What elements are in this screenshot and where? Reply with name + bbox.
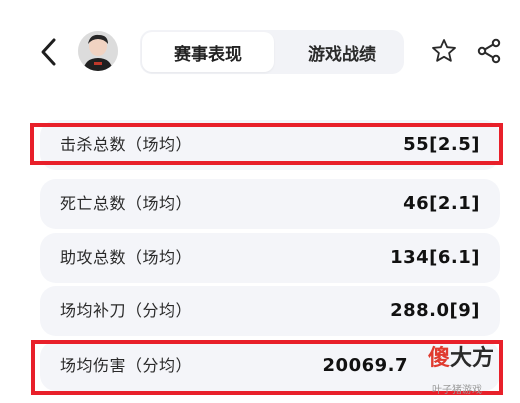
tab-group: 赛事表现 游戏战绩 — [140, 30, 404, 74]
player-avatar[interactable] — [78, 31, 118, 71]
stat-label: 击杀总数（场均） — [60, 135, 193, 154]
stat-label: 助攻总数（场均） — [60, 248, 193, 267]
stat-row-last-hits: 场均补刀（分均） 288.0[9] — [40, 286, 500, 336]
stat-value: 46[2.1] — [403, 193, 480, 214]
tab-match-performance[interactable]: 赛事表现 — [142, 32, 274, 72]
stat-row-deaths: 死亡总数（场均） 46[2.1] — [40, 179, 500, 229]
top-bar: 赛事表现 游戏战绩 — [0, 0, 520, 100]
tab-game-record[interactable]: 游戏战绩 — [276, 32, 408, 72]
watermark-text: 大方 — [450, 346, 495, 371]
stat-label: 死亡总数（场均） — [60, 194, 193, 213]
stat-row-kills: 击杀总数（场均） 55[2.5] — [40, 120, 500, 170]
watermark-subtext: 叶子猪游戏 — [432, 385, 482, 396]
stat-label: 场均伤害（分均） — [60, 356, 193, 375]
stat-label: 场均补刀（分均） — [60, 301, 193, 320]
stat-row-assists: 助攻总数（场均） 134[6.1] — [40, 233, 500, 283]
watermark-logo: 傻大方 — [428, 344, 494, 374]
watermark-text-accent: 傻 — [428, 346, 451, 371]
star-icon[interactable] — [430, 37, 458, 65]
stat-value: 288.0[9] — [390, 300, 480, 321]
share-icon[interactable] — [476, 38, 502, 64]
back-arrow-icon[interactable] — [36, 36, 62, 68]
stat-value: 20069.7 — [322, 355, 408, 376]
stat-value: 55[2.5] — [403, 134, 480, 155]
stat-value: 134[6.1] — [390, 247, 480, 268]
